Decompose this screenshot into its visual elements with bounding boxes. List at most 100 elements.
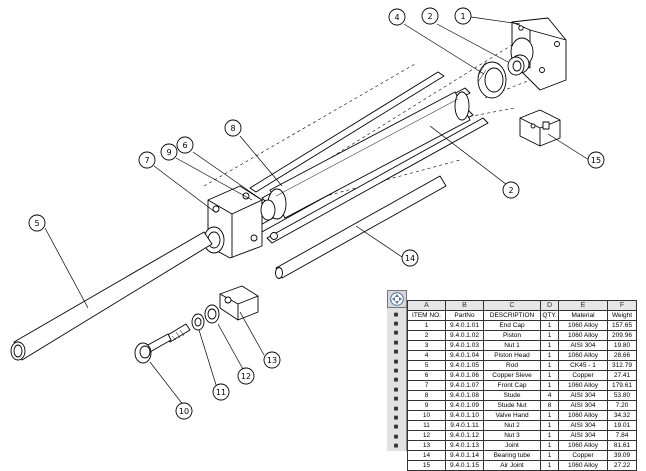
table-row[interactable]: 14 9.4.0.1.14 Bearing tube 1 Copper 39.09 [407,450,637,461]
table-row[interactable]: 9 9.4.0.1.09 Stude Nut 8 AISI 304 7.20 [407,400,637,411]
table-cell[interactable]: Air Joint [483,460,541,471]
table-cell[interactable]: 9.4.0.1.07 [445,380,484,391]
table-cell[interactable]: AISI 304 [558,400,608,411]
table-cell[interactable]: 8 [407,390,446,401]
table-cell[interactable]: End Cap [483,320,541,331]
row-marker[interactable]: ■ [389,413,403,422]
table-cell[interactable]: Rod [483,360,541,371]
column-letter[interactable]: E [558,300,608,311]
table-cell[interactable]: 1 [540,460,559,471]
row-marker[interactable]: ■ [389,348,403,357]
table-cell[interactable]: 9.4.0.1.14 [445,450,484,461]
table-cell[interactable]: 1 [540,340,559,351]
table-cell[interactable]: 1060 Alloy [558,410,608,421]
table-row[interactable]: 5 9.4.0.1.05 Rod 1 CK45 - 1 312.79 [407,360,637,371]
table-cell[interactable]: 3 [407,340,446,351]
table-row[interactable]: 2 9.4.0.1.02 Piston 1 1060 Alloy 209.96 [407,330,637,341]
table-cell[interactable]: CK45 - 1 [558,360,608,371]
row-marker[interactable]: ■ [389,432,403,441]
table-cell[interactable]: 4 [540,390,559,401]
column-letter[interactable]: A [407,300,446,311]
table-cell[interactable]: 9.4.0.1.03 [445,340,484,351]
row-marker[interactable]: ■ [389,442,403,451]
table-row[interactable]: 7 9.4.0.1.07 Front Cap 1 1060 Alloy 179.61 [407,380,637,391]
table-row[interactable]: 13 9.4.0.1.13 Joint 1 1060 Alloy 81.61 [407,440,637,451]
row-marker[interactable]: ■ [389,423,403,432]
table-cell[interactable]: 179.61 [607,380,637,391]
row-marker[interactable]: ■ [389,366,403,375]
table-cell[interactable]: Bearing tube [483,450,541,461]
table-cell[interactable]: 9.4.0.1.11 [445,420,484,431]
table-cell[interactable]: 13 [407,440,446,451]
table-cell[interactable]: 1 [407,320,446,331]
table-cell[interactable]: 4 [407,350,446,361]
table-cell[interactable]: Piston [483,330,541,341]
table-cell[interactable]: 39.09 [607,450,637,461]
column-header[interactable]: QTY. [540,310,559,321]
table-cell[interactable]: 19.01 [607,420,637,431]
table-cell[interactable]: 1 [540,450,559,461]
table-cell[interactable]: 209.96 [607,330,637,341]
column-header[interactable]: ITEM NO. [407,310,446,321]
table-cell[interactable]: Front Cap [483,380,541,391]
table-cell[interactable]: 9.4.0.1.09 [445,400,484,411]
table-cell[interactable]: 81.61 [607,440,637,451]
table-cell[interactable]: Nut 2 [483,420,541,431]
table-cell[interactable]: 1 [540,350,559,361]
table-cell[interactable]: 53.80 [607,390,637,401]
table-cell[interactable]: 2 [407,330,446,341]
table-cell[interactable]: AISI 304 [558,420,608,431]
table-cell[interactable]: 1060 Alloy [558,460,608,471]
table-cell[interactable]: 12 [407,430,446,441]
table-cell[interactable]: 27.22 [607,460,637,471]
table-cell[interactable]: Nut 1 [483,340,541,351]
table-cell[interactable]: 6 [407,370,446,381]
table-cell[interactable]: AISI 304 [558,430,608,441]
table-row[interactable]: 6 9.4.0.1.06 Copper Sleve 1 Copper 27.41 [407,370,637,381]
table-cell[interactable]: 28.66 [607,350,637,361]
table-cell[interactable]: 19.80 [607,340,637,351]
table-cell[interactable]: 7.20 [607,400,637,411]
table-cell[interactable]: Stude Nut [483,400,541,411]
row-marker[interactable]: ■ [389,395,403,404]
column-letter[interactable]: C [483,300,541,311]
column-header[interactable]: PartNo [445,310,484,321]
table-cell[interactable]: Copper [558,450,608,461]
table-cell[interactable]: Copper [558,370,608,381]
table-cell[interactable]: 11 [407,420,446,431]
column-letter[interactable]: D [540,300,559,311]
column-header[interactable]: Material [558,310,608,321]
table-cell[interactable]: 1060 Alloy [558,320,608,331]
table-cell[interactable]: 27.41 [607,370,637,381]
table-cell[interactable]: 34.32 [607,410,637,421]
table-cell[interactable]: AISI 304 [558,340,608,351]
table-cell[interactable]: 1 [540,440,559,451]
table-cell[interactable]: 7.84 [607,430,637,441]
table-cell[interactable]: 10 [407,410,446,421]
table-cell[interactable]: 9.4.0.1.10 [445,410,484,421]
table-row[interactable]: 1 9.4.0.1.01 End Cap 1 1060 Alloy 157.65 [407,320,637,331]
table-cell[interactable]: 9 [407,400,446,411]
column-header[interactable]: Weight [607,310,637,321]
table-row[interactable]: 4 9.4.0.1.04 Piston Head 1 1060 Alloy 28.66 [407,350,637,361]
table-cell[interactable]: 9.4.0.1.02 [445,330,484,341]
column-letter[interactable]: F [607,300,637,311]
row-marker[interactable]: ■ [389,357,403,366]
row-selector-strip[interactable]: ■ ■ ■ ■ ■ ■ ■ ■ ■ ■ ■ ■ ■ ■ ■ [387,308,407,451]
table-cell[interactable]: 9.4.0.1.06 [445,370,484,381]
table-cell[interactable]: Piston Head [483,350,541,361]
table-cell[interactable]: 9.4.0.1.04 [445,350,484,361]
table-row[interactable]: 3 9.4.0.1.03 Nut 1 1 AISI 304 19.80 [407,340,637,351]
table-cell[interactable]: 1 [540,360,559,371]
table-cell[interactable]: 1060 Alloy [558,350,608,361]
table-cell[interactable]: Valve Hand [483,410,541,421]
table-cell[interactable]: 9.4.0.1.08 [445,390,484,401]
table-cell[interactable]: Nut 3 [483,430,541,441]
table-cell[interactable]: 157.65 [607,320,637,331]
row-marker[interactable]: ■ [389,385,403,394]
table-cell[interactable]: 9.4.0.1.13 [445,440,484,451]
table-row[interactable]: 10 9.4.0.1.10 Valve Hand 1 1060 Alloy 34.32 [407,410,637,421]
table-row[interactable]: 15 9.4.0.1.15 Air Joint 1 1060 Alloy 27.22 [407,460,637,471]
table-cell[interactable]: 9.4.0.1.15 [445,460,484,471]
row-marker[interactable]: ■ [389,329,403,338]
